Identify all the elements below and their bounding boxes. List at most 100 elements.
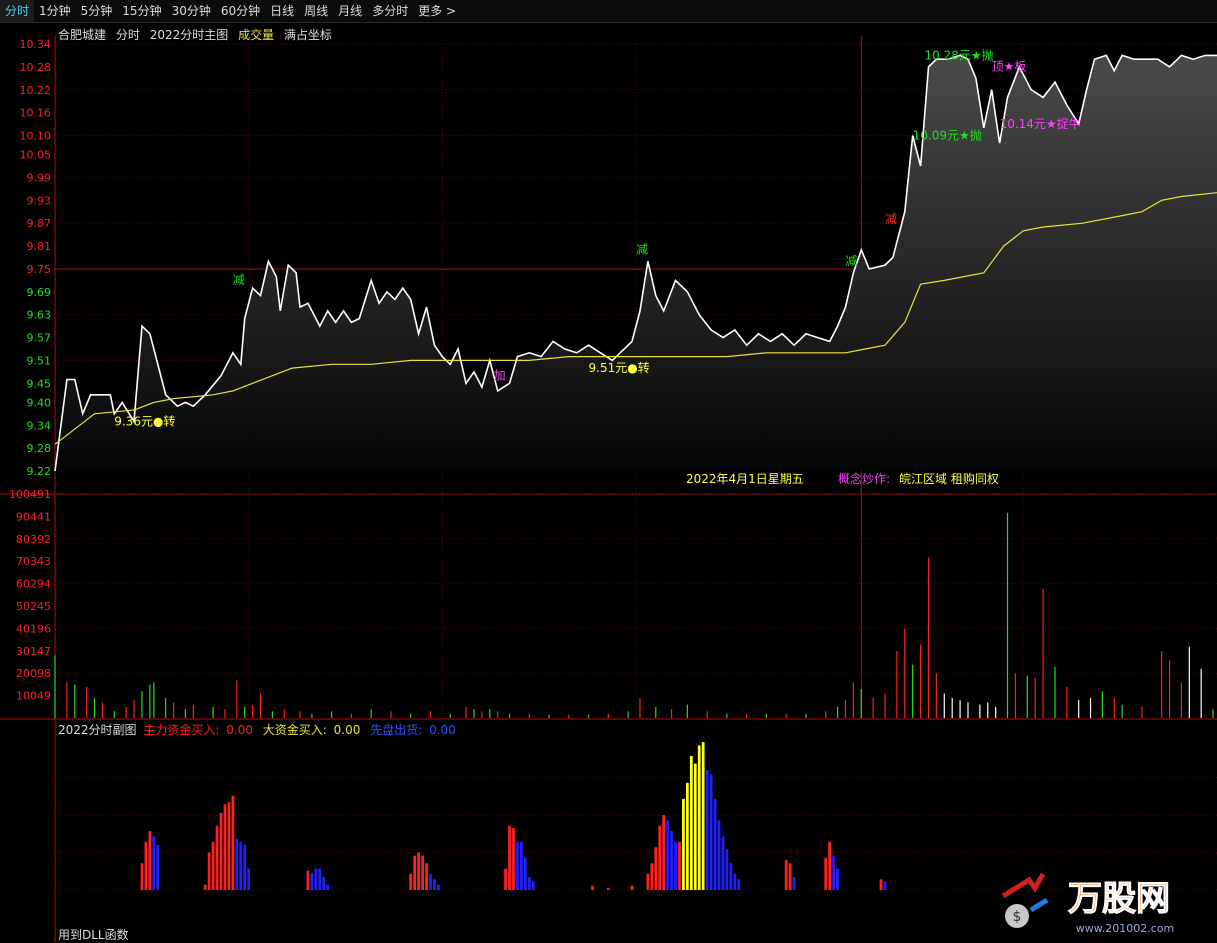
sub-indicator-bar: [247, 868, 251, 890]
sub-indicator-bar: [658, 825, 662, 890]
sub-indicator-bar: [689, 756, 693, 890]
sub-indicator-bar: [215, 825, 219, 890]
sub-indicator-bar: [504, 868, 507, 890]
volume-tick-label: 80392: [16, 533, 51, 546]
sub-indicator-bar: [508, 825, 511, 890]
sub-indicator-bar: [646, 873, 650, 890]
sub-indicator-bar: [306, 870, 310, 890]
signal-label: 9.36元●转: [114, 413, 175, 428]
sub-indicator-bar: [310, 872, 314, 890]
sub-indicator-bar: [516, 841, 519, 890]
sub-indicator-bar: [654, 847, 658, 890]
signal-label: 减: [636, 243, 648, 257]
signal-label: 减: [845, 254, 857, 268]
sub-indicator-bar: [231, 795, 235, 890]
sub-indicator-bar: [682, 798, 685, 890]
sub-indicator-bar: [223, 804, 227, 890]
sub-indicator-bar: [318, 868, 322, 890]
price-tick-label: 9.45: [27, 377, 52, 390]
volume-tick-label: 20098: [16, 667, 51, 680]
volume-tick-label: 70343: [16, 555, 51, 568]
sub-indicator-bar: [705, 770, 709, 890]
sub-indicator-bar: [152, 836, 156, 890]
signal-label: 减: [885, 212, 897, 226]
signal-label: 顶★板: [992, 60, 1027, 74]
sub-indicator-bar: [824, 857, 828, 890]
price-tick-label: 10.16: [20, 107, 52, 120]
sub-indicator-bar: [314, 868, 318, 890]
sub-indicator-bar: [433, 879, 436, 890]
sub-indicator-bar: [674, 841, 677, 890]
date-text: 2022年4月1日星期五: [686, 472, 804, 486]
sub-indicator-bar: [828, 841, 832, 890]
logo-url: www.201002.com: [1076, 922, 1174, 935]
sub-indicator-bar: [527, 877, 531, 890]
dll-notice: 用到DLL函数: [58, 928, 129, 942]
sub-indicator-bar: [733, 873, 737, 890]
sub-indicator-bar: [512, 827, 515, 890]
price-tick-label: 9.81: [27, 240, 52, 253]
sub-indicator-bar: [721, 836, 725, 890]
volume-tick-label: 50245: [16, 600, 51, 613]
price-tick-label: 9.34: [27, 419, 52, 432]
sub-indicator-bar: [227, 802, 231, 890]
sub-indicator-bar: [725, 849, 729, 890]
sub-indicator-bar: [409, 873, 413, 890]
price-tick-label: 9.22: [27, 465, 52, 478]
sub-indicator-bar: [792, 877, 796, 890]
sub-indicator-bar: [701, 742, 705, 890]
price-tick-label: 10.10: [20, 130, 52, 143]
sub-indicator-bar: [717, 820, 721, 890]
signal-label: 9.51元●转: [589, 360, 650, 375]
sub-indicator-bar: [417, 852, 421, 890]
sub-indicator-bar: [697, 745, 701, 890]
sub-indicator-bar: [523, 857, 527, 890]
sub-indicator-bar: [322, 877, 326, 890]
sub-indicator-bar: [148, 831, 152, 890]
sub-indicator-bar: [670, 831, 673, 890]
price-tick-label: 9.57: [27, 332, 52, 345]
sub-indicator-bar: [591, 885, 594, 890]
sub-indicator-bar: [144, 841, 148, 890]
sub-indicator-bar: [425, 863, 428, 890]
price-tick-label: 9.69: [27, 286, 52, 299]
price-tick-label: 9.93: [27, 194, 52, 207]
price-tick-label: 9.63: [27, 309, 52, 322]
sub-indicator-bar: [239, 841, 243, 890]
sub-indicator-bar: [666, 820, 670, 890]
sub-indicator-bar: [709, 774, 713, 890]
price-tick-label: 10.05: [20, 149, 52, 162]
sub-indicator-bar: [243, 845, 247, 890]
price-tick-label: 10.22: [20, 84, 52, 97]
sub-indicator-bar: [235, 838, 239, 890]
sub-indicator-bar: [207, 852, 211, 890]
sub-indicator-bar: [836, 868, 839, 890]
signal-label: 10.09元★抛: [913, 127, 982, 142]
price-tick-label: 9.40: [27, 396, 52, 409]
logo-text: 万股网: [1068, 879, 1170, 919]
sub-indicator-bar: [531, 881, 535, 890]
price-tick-label: 10.34: [20, 38, 52, 51]
sub-indicator-bar: [421, 855, 424, 890]
price-tick-label: 9.87: [27, 217, 52, 230]
signal-label: 加: [494, 369, 506, 383]
sub-indicator-bar: [737, 879, 741, 890]
sub-indicator-bar: [326, 884, 330, 890]
price-tick-label: 9.51: [27, 354, 52, 367]
sub-indicator-bar: [784, 860, 788, 890]
sub-indicator-bar: [713, 798, 717, 890]
sub-indicator-bar: [662, 815, 666, 890]
sub-indicator-bar: [140, 863, 144, 890]
volume-tick-label: 100491: [9, 488, 51, 501]
price-tick-label: 9.28: [27, 442, 52, 455]
sub-indicator-bar: [630, 885, 634, 890]
sub-indicator-bar: [413, 855, 417, 890]
volume-tick-label: 30147: [16, 645, 51, 658]
sub-indicator-bar: [685, 782, 689, 890]
signal-label: 10.28元★抛: [924, 47, 993, 62]
intraday-chart[interactable]: 10.34 10.28 10.22 10.16 10.10 10.05 9.99 9.93 9.…: [0, 0, 1217, 942]
signal-label: 10.14元★捉牛: [1000, 116, 1081, 131]
svg-text:$: $: [1013, 909, 1022, 925]
volume-tick-label: 10049: [16, 690, 51, 703]
sub-indicator-bar: [203, 884, 207, 890]
